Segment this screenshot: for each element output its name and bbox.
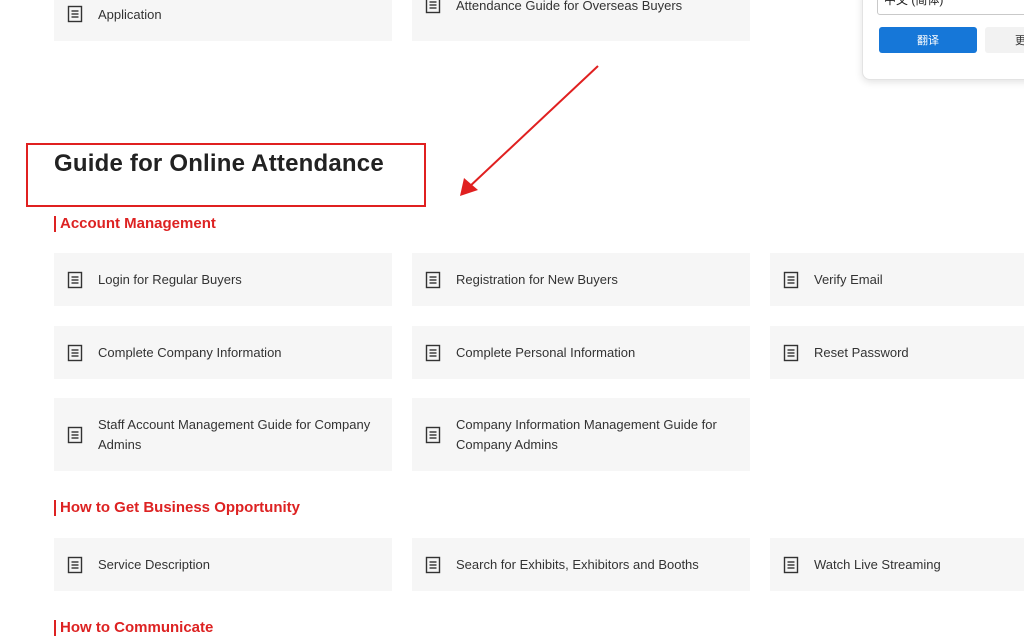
guide-card-application[interactable]: Application (54, 0, 392, 41)
guide-card-label: Complete Company Information (98, 344, 282, 360)
guide-card-company-info-admins[interactable]: Company Information Management Guide for… (412, 398, 750, 471)
guide-card-overseas-buyers[interactable]: Attendance Guide for Overseas Buyers (412, 0, 750, 41)
document-icon (425, 0, 441, 14)
guide-card-label: Search for Exhibits, Exhibitors and Boot… (456, 556, 699, 572)
guide-card-search-exhibits[interactable]: Search for Exhibits, Exhibitors and Boot… (412, 538, 750, 591)
document-icon (67, 344, 83, 361)
section-title-how-to-communicate: How to Communicate (54, 619, 213, 637)
document-icon (783, 344, 799, 361)
document-icon (67, 5, 83, 23)
page-title: Guide for Online Attendance (54, 150, 384, 177)
document-icon (67, 556, 83, 573)
guide-card-reset-password[interactable]: Reset Password (770, 326, 1024, 379)
section-title-business-opportunity: How to Get Business Opportunity (54, 499, 300, 517)
guide-card-label: Registration for New Buyers (456, 271, 618, 287)
document-icon (425, 344, 441, 361)
more-button[interactable]: 更 (985, 27, 1024, 53)
guide-card-label: Attendance Guide for Overseas Buyers (456, 0, 683, 13)
document-icon (783, 271, 799, 288)
guide-card-personal-info[interactable]: Complete Personal Information (412, 326, 750, 379)
guide-card-label: Complete Personal Information (456, 344, 636, 360)
guide-card-label: Service Description (98, 556, 210, 572)
guide-card-label: Reset Password (814, 344, 909, 360)
document-icon (783, 556, 799, 573)
language-select[interactable]: 中文 (简体) (877, 0, 1024, 15)
guide-card-label: Application (98, 7, 162, 22)
guide-card-label: Company Information Management Guide for… (456, 416, 717, 452)
guide-card-staff-account[interactable]: Staff Account Management Guide for Compa… (54, 398, 392, 471)
annotation-arrow-icon (460, 65, 599, 196)
translate-popup: 中文 (简体) 翻译 更 (862, 0, 1024, 80)
document-icon (67, 426, 83, 443)
guide-card-login[interactable]: Login for Regular Buyers (54, 253, 392, 306)
guide-card-label: Watch Live Streaming (814, 556, 941, 572)
guide-card-verify-email[interactable]: Verify Email (770, 253, 1024, 306)
section-title-account-management: Account Management (54, 215, 216, 233)
guide-card-service-description[interactable]: Service Description (54, 538, 392, 591)
guide-card-registration[interactable]: Registration for New Buyers (412, 253, 750, 306)
guide-card-live-streaming[interactable]: Watch Live Streaming (770, 538, 1024, 591)
guide-card-label: Staff Account Management Guide for Compa… (98, 416, 371, 452)
guide-card-company-info[interactable]: Complete Company Information (54, 326, 392, 379)
document-icon (425, 556, 441, 573)
guide-card-label: Login for Regular Buyers (98, 271, 242, 287)
document-icon (425, 271, 441, 288)
translate-button[interactable]: 翻译 (879, 27, 977, 53)
document-icon (67, 271, 83, 288)
document-icon (425, 426, 441, 443)
guide-card-label: Verify Email (814, 271, 883, 287)
